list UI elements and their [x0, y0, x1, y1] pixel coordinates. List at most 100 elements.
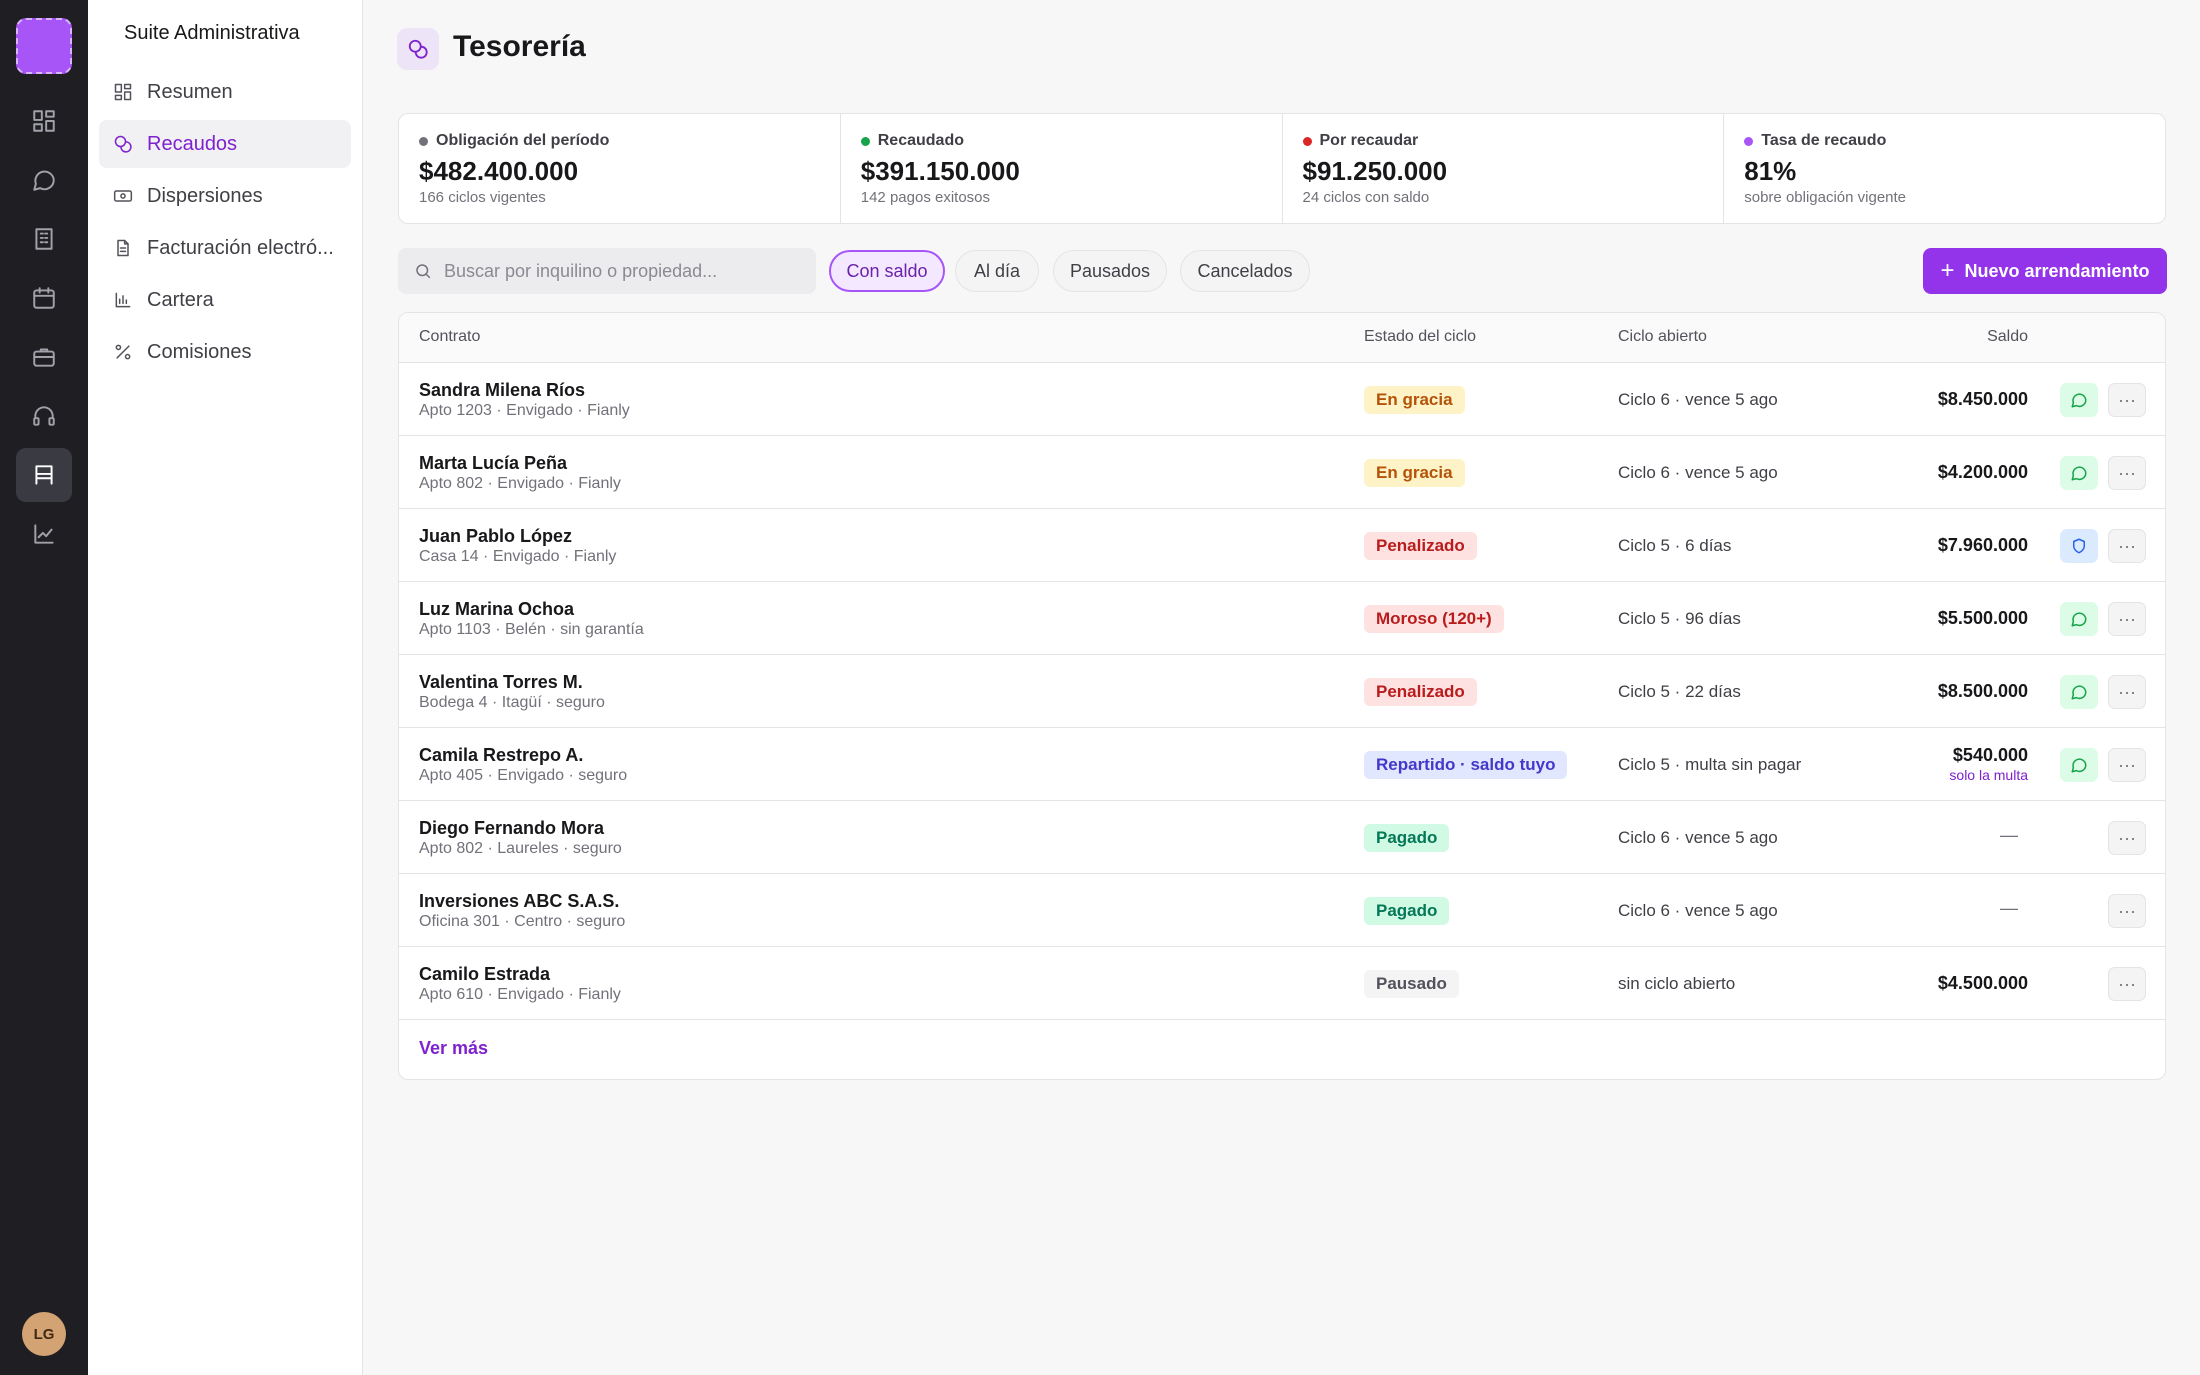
table-row[interactable]: Valentina Torres M. Bodega 4 · Itagüí · … — [399, 655, 2165, 728]
saldo-empty: — — [2000, 825, 2018, 845]
briefcase-icon[interactable] — [16, 330, 72, 384]
more-icon: ··· — [2118, 973, 2136, 994]
ver-mas-link[interactable]: Ver más — [419, 1038, 488, 1059]
sidebar: Suite Administrativa Resumen Recaudos Di… — [88, 0, 363, 1375]
more-options-button[interactable]: ··· — [2108, 602, 2146, 636]
avatar[interactable]: LG — [22, 1312, 66, 1356]
tenant-name[interactable]: Valentina Torres M. — [419, 672, 583, 693]
tenant-name[interactable]: Inversiones ABC S.A.S. — [419, 891, 619, 912]
tenant-name[interactable]: Luz Marina Ochoa — [419, 599, 574, 620]
property-meta: Apto 802 · Envigado · Fianly — [419, 475, 621, 492]
sidebar-item-recaudos[interactable]: Recaudos — [99, 120, 351, 168]
property-meta: Casa 14 · Envigado · Fianly — [419, 548, 617, 565]
saldo-value: $5.500.000 — [1937, 608, 2028, 628]
search-box — [398, 248, 816, 294]
plus-icon: + — [1940, 257, 1955, 284]
guarantee-button[interactable] — [2060, 529, 2098, 563]
more-options-button[interactable]: ··· — [2108, 967, 2146, 1001]
cycle-info: Ciclo 6 · vence 5 ago — [1618, 390, 1778, 409]
saldo-note: solo la multa — [1949, 767, 2028, 783]
property-meta: Apto 1103 · Belén · sin garantía — [419, 621, 644, 638]
table-row[interactable]: Diego Fernando Mora Apto 802 · Laureles … — [399, 801, 2165, 874]
message-tenant-button[interactable] — [2060, 383, 2098, 417]
sidebar-item-facturacion[interactable]: Facturación electró... — [99, 224, 351, 272]
kpi-tasa: Tasa de recaudo 81% sobre obligación vig… — [1724, 114, 2165, 223]
status-badge: Penalizado — [1364, 532, 1477, 560]
table-row[interactable]: Luz Marina Ochoa Apto 1103 · Belén · sin… — [399, 582, 2165, 655]
kpi-por-recaudar: Por recaudar $91.250.000 24 ciclos con s… — [1283, 114, 1725, 223]
more-options-button[interactable]: ··· — [2108, 748, 2146, 782]
tenant-name[interactable]: Sandra Milena Ríos — [419, 380, 585, 401]
shield-icon — [2070, 537, 2088, 555]
message-tenant-button[interactable] — [2060, 456, 2098, 490]
more-options-button[interactable]: ··· — [2108, 529, 2146, 563]
kpi-value: $482.400.000 — [419, 156, 579, 186]
col-contrato[interactable]: Contrato — [419, 328, 480, 346]
tenant-name[interactable]: Camila Restrepo A. — [419, 745, 583, 766]
headset-icon[interactable] — [16, 389, 72, 443]
message-tenant-button[interactable] — [2060, 675, 2098, 709]
chart-line-icon[interactable] — [16, 507, 72, 561]
calendar-icon[interactable] — [16, 271, 72, 325]
col-estado[interactable]: Estado del ciclo — [1364, 328, 1476, 346]
filter-al-dia[interactable]: Al día — [955, 250, 1039, 292]
status-dot — [419, 136, 428, 146]
filter-pausados[interactable]: Pausados — [1053, 250, 1167, 292]
sidebar-item-cartera[interactable]: Cartera — [99, 276, 351, 324]
more-options-button[interactable]: ··· — [2108, 456, 2146, 490]
table-row[interactable]: Marta Lucía Peña Apto 802 · Envigado · F… — [399, 436, 2165, 509]
cycle-info: Ciclo 5 · 6 días — [1618, 536, 1732, 555]
status-dot — [860, 136, 870, 146]
tenant-name[interactable]: Juan Pablo López — [419, 526, 572, 547]
sidebar-item-comisiones[interactable]: Comisiones — [99, 328, 351, 376]
more-icon: ··· — [2118, 754, 2136, 775]
tenant-name[interactable]: Camilo Estrada — [419, 964, 550, 985]
app-logo[interactable] — [16, 18, 72, 74]
tenant-name[interactable]: Diego Fernando Mora — [419, 818, 604, 839]
more-icon: ··· — [2118, 608, 2136, 629]
building-icon[interactable] — [16, 212, 72, 266]
col-saldo[interactable]: Saldo — [1987, 328, 2028, 346]
more-icon: ··· — [2118, 681, 2136, 702]
tenant-name[interactable]: Marta Lucía Peña — [419, 453, 567, 474]
status-badge: Pagado — [1364, 824, 1450, 852]
sidebar-item-label: Resumen — [147, 80, 233, 103]
filter-con-saldo[interactable]: Con saldo — [829, 250, 945, 292]
suite-title: Suite Administrativa — [124, 22, 300, 44]
search-icon — [416, 264, 431, 279]
table-row[interactable]: Sandra Milena Ríos Apto 1203 · Envigado … — [399, 363, 2165, 436]
status-dot — [1302, 136, 1312, 146]
new-lease-button[interactable]: + Nuevo arrendamiento — [1923, 248, 2167, 294]
message-tenant-button[interactable] — [2060, 748, 2098, 782]
more-options-button[interactable]: ··· — [2108, 675, 2146, 709]
sidebar-item-label: Recaudos — [147, 132, 238, 155]
search-input[interactable] — [444, 260, 794, 282]
kpi-label: Obligación del período — [436, 132, 610, 149]
status-badge: Penalizado — [1364, 678, 1477, 706]
sidebar-item-resumen[interactable]: Resumen — [99, 68, 351, 116]
app-rail: LG — [0, 0, 88, 1375]
more-options-button[interactable]: ··· — [2108, 383, 2146, 417]
more-options-button[interactable]: ··· — [2108, 894, 2146, 928]
table-row[interactable]: Camila Restrepo A. Apto 405 · Envigado ·… — [399, 728, 2165, 801]
sidebar-item-label: Dispersiones — [147, 184, 263, 207]
dashboard-icon[interactable] — [16, 94, 72, 148]
table-row[interactable]: Camilo Estrada Apto 610 · Envigado · Fia… — [399, 947, 2165, 1020]
message-tenant-button[interactable] — [2060, 602, 2098, 636]
table-row[interactable]: Inversiones ABC S.A.S. Oficina 301 · Cen… — [399, 874, 2165, 947]
page-title: Tesorería — [453, 30, 586, 63]
store-icon[interactable] — [16, 448, 72, 502]
more-options-button[interactable]: ··· — [2108, 821, 2146, 855]
cycle-info: Ciclo 5 · 22 días — [1618, 682, 1741, 701]
property-meta: Oficina 301 · Centro · seguro — [419, 913, 626, 930]
table-row[interactable]: Juan Pablo López Casa 14 · Envigado · Fi… — [399, 509, 2165, 582]
sidebar-item-dispersiones[interactable]: Dispersiones — [99, 172, 351, 220]
chat-icon — [2070, 391, 2088, 409]
kpi-recaudado: Recaudado $391.150.000 142 pagos exitoso… — [841, 114, 1283, 223]
status-badge: Repartido · saldo tuyo — [1364, 751, 1568, 779]
layout-icon — [114, 83, 132, 101]
chat-icon[interactable] — [16, 153, 72, 207]
kpi-value: $91.250.000 — [1302, 156, 1448, 186]
col-ciclo[interactable]: Ciclo abierto — [1618, 328, 1707, 346]
filter-cancelados[interactable]: Cancelados — [1180, 250, 1310, 292]
